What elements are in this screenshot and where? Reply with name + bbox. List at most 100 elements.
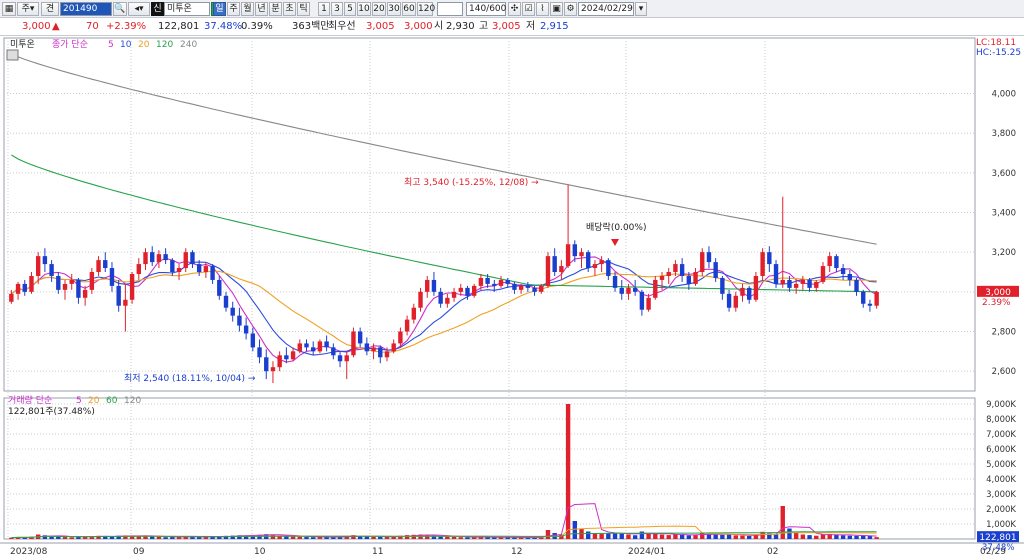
period-tab-3[interactable]: 년 [255, 2, 268, 16]
volume-bar-55 [378, 536, 383, 539]
market-select[interactable]: 견 [41, 2, 59, 16]
candle-body-3 [29, 275, 34, 292]
interval-tab-5[interactable]: 5 [344, 2, 356, 16]
volume-bar-86 [586, 531, 591, 539]
gear-icon[interactable]: ⚙ [564, 2, 577, 16]
volume-bar-109 [740, 535, 745, 539]
candle-body-67 [458, 287, 463, 292]
ma-period-120: 120 [156, 40, 173, 50]
period-tab-4[interactable]: 분 [269, 2, 282, 16]
search-icon[interactable]: 🔍 [113, 2, 127, 16]
count-input[interactable]: 140/600 [466, 2, 506, 16]
hc-value: HC:-15.25 [976, 48, 1021, 58]
candle-body-97 [659, 275, 665, 280]
calendar-icon[interactable]: ▾ [635, 2, 647, 16]
interval-tab-60[interactable]: 60 [402, 2, 416, 16]
price-chart[interactable]: 2,600 2,800 3,000 3,200 3,400 3,600 3,800 4,000… [0, 36, 1024, 558]
volume-bar-128 [867, 536, 873, 539]
interval-tab-1[interactable]: 1 [318, 2, 330, 16]
volume-bar-121 [820, 534, 826, 539]
fit-icon[interactable]: ✣ [508, 2, 521, 16]
candle-body-125 [847, 273, 853, 280]
candle-body-109 [740, 287, 745, 296]
candle-body-65 [445, 297, 450, 304]
candle-body-58 [398, 331, 403, 344]
x-label-2: 10 [254, 547, 266, 557]
candle-body-113 [767, 252, 772, 265]
candle-body-111 [753, 275, 759, 300]
x-label-0: 2023/08 [10, 547, 48, 557]
stock-name-field[interactable]: 미투온 [164, 2, 210, 16]
candle-body-96 [653, 279, 658, 298]
candle-body-33 [230, 307, 235, 316]
open-price: 2,930 [446, 21, 475, 32]
volume-bar-25 [176, 537, 182, 539]
period-tab-6[interactable]: 틱 [297, 2, 310, 16]
vol-ma-period-5: 5 [76, 396, 82, 406]
volume-bar-97 [659, 534, 665, 539]
volume-bar-127 [861, 535, 866, 539]
ma-period-10: 10 [120, 40, 132, 50]
volume-bar-8 [62, 537, 68, 539]
period-tab-5[interactable]: 초 [283, 2, 296, 16]
candle-body-17 [123, 299, 128, 306]
price-tick-7: 4,000 [992, 90, 1016, 100]
volume-ratio: 37.48% [204, 21, 243, 32]
candle-body-70 [478, 277, 484, 286]
volume-bar-43 [297, 536, 302, 539]
candle-body-73 [498, 279, 504, 286]
volume-bar-91 [619, 533, 624, 539]
interval-tab-30[interactable]: 30 [387, 2, 401, 16]
candle-body-10 [76, 279, 81, 298]
candle-body-92 [626, 287, 631, 294]
candle-body-78 [532, 287, 537, 292]
interval-tab-3[interactable]: 3 [331, 2, 343, 16]
chart-background [0, 36, 1024, 558]
sound-icon[interactable]: ◂▾ [128, 2, 150, 16]
candle-body-37 [257, 347, 262, 358]
check-icon[interactable]: ☑ [522, 2, 535, 16]
candle-body-29 [203, 266, 209, 273]
annotation-dividend: 배당락(0.00%) [586, 221, 646, 233]
candle-body-122 [827, 256, 832, 267]
ma-period-240: 240 [180, 40, 197, 50]
candle-body-32 [223, 295, 229, 308]
period-tab-0[interactable]: 일 [213, 2, 226, 16]
volume-bar-24 [170, 537, 175, 539]
interval-input[interactable] [437, 2, 463, 16]
mode-select[interactable]: 주▾ [17, 2, 39, 16]
open-label: 시 [434, 21, 444, 32]
candle-body-46 [317, 341, 323, 352]
volume-tag-text: 122,801 [979, 533, 1016, 543]
vol-ma-period-60: 60 [106, 396, 118, 406]
interval-tab-120[interactable]: 120 [417, 2, 435, 16]
interval-tab-10[interactable]: 10 [357, 2, 371, 16]
volume-bar-84 [572, 521, 577, 539]
volume-bar-115 [780, 506, 785, 539]
candle-body-49 [337, 355, 343, 362]
menu-icon[interactable]: ▦ [2, 2, 16, 16]
date-input[interactable]: 2024/02/29 [578, 2, 634, 16]
period-tab-1[interactable]: 주 [227, 2, 240, 16]
volume-bar-117 [793, 532, 799, 539]
candle-body-23 [163, 254, 168, 261]
candle-body-124 [840, 268, 846, 274]
candle-body-11 [82, 289, 88, 298]
candle-body-62 [425, 279, 430, 292]
candle-body-18 [129, 273, 135, 300]
price-tick-3: 3,200 [992, 248, 1016, 258]
candle-body-77 [525, 285, 531, 288]
period-tab-2[interactable]: 월 [241, 2, 254, 16]
volume-bar-7 [56, 536, 61, 539]
volume-bar-126 [854, 535, 859, 539]
code-input[interactable]: 201490 [60, 2, 112, 16]
candle-body-55 [378, 347, 383, 358]
line-chart-icon[interactable]: ⌇ [536, 2, 549, 16]
candle-body-20 [143, 252, 148, 265]
save-icon[interactable]: ▣ [550, 2, 563, 16]
candle-body-15 [109, 268, 115, 286]
candle-body-60 [411, 307, 417, 320]
interval-tab-20[interactable]: 20 [372, 2, 386, 16]
annotation-high: 최고 3,540 (-15.25%, 12/08) → [404, 177, 539, 188]
volume-bar-129 [874, 537, 879, 539]
